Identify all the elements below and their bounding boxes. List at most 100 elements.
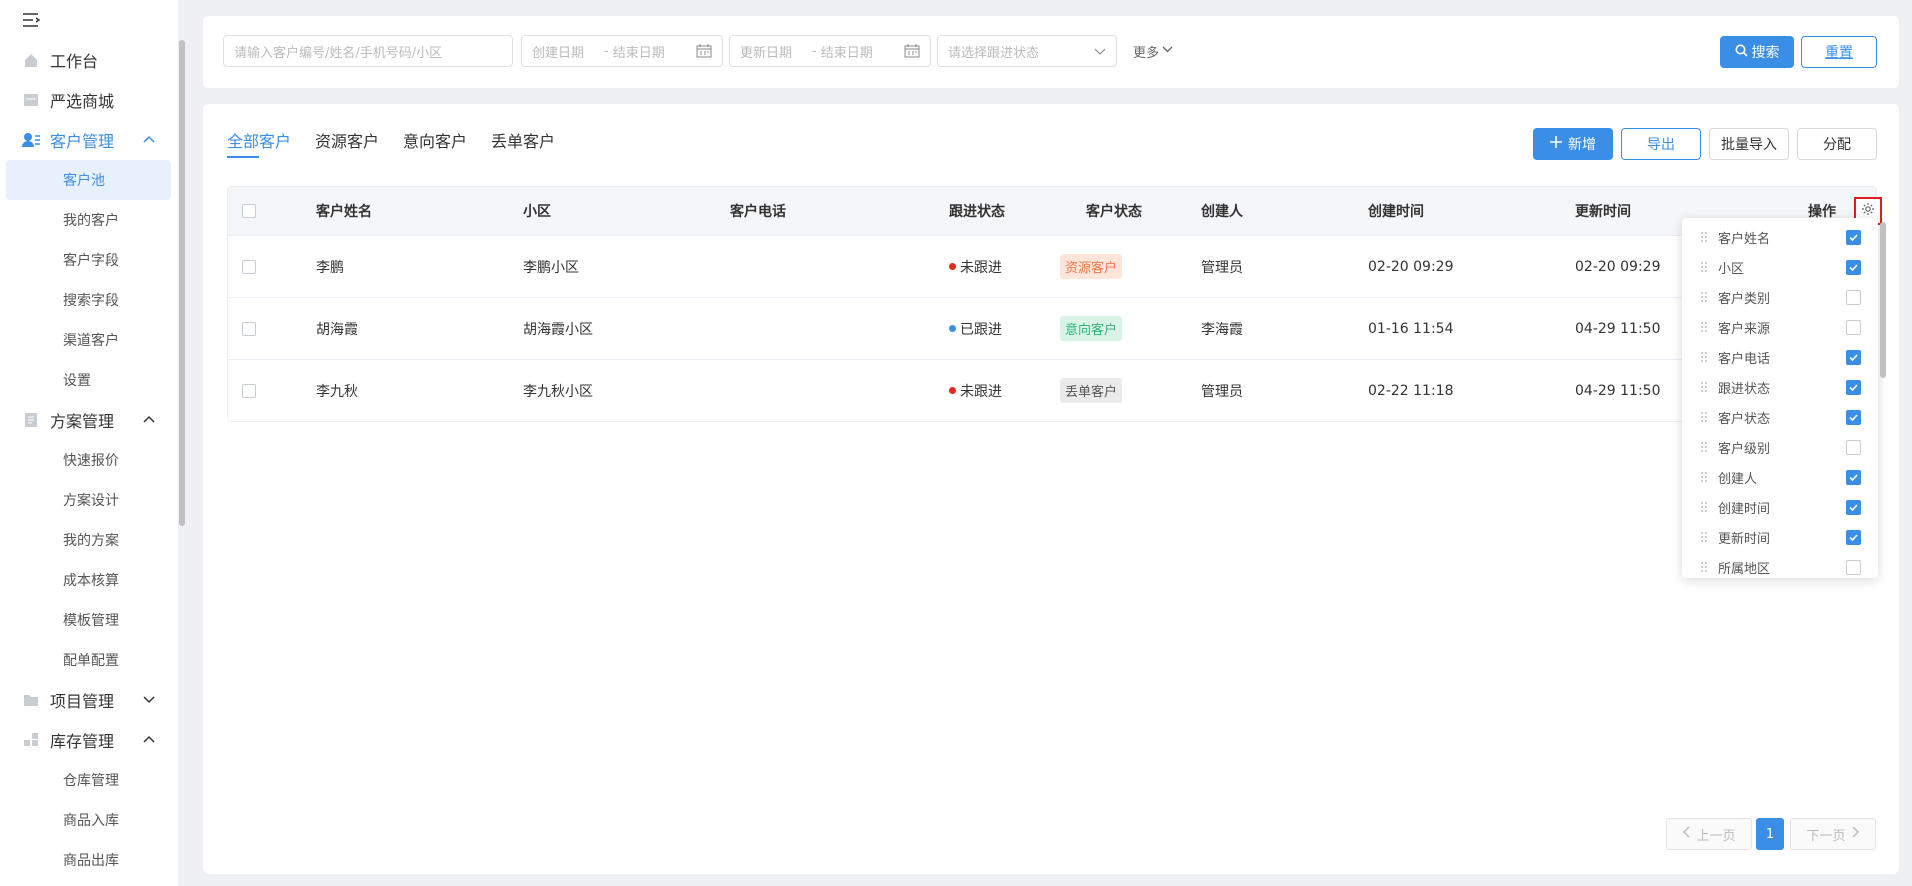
- search-button[interactable]: 搜索: [1720, 36, 1794, 68]
- sidebar-item-label: 成本核算: [63, 573, 119, 589]
- reset-button[interactable]: 重置: [1801, 36, 1877, 68]
- more-filters-toggle[interactable]: 更多: [1133, 42, 1173, 61]
- drag-handle-icon[interactable]: [1700, 231, 1708, 243]
- table-row[interactable]: 李九秋 李九秋小区 未跟进 丢单客户 管理员 02-22 11:18 04-29…: [228, 359, 1876, 421]
- row-checkbox[interactable]: [242, 360, 256, 421]
- page-number-current[interactable]: 1: [1756, 818, 1784, 850]
- row-checkbox[interactable]: [242, 298, 256, 359]
- sidebar-item-goods-outbound[interactable]: 商品出库: [6, 840, 171, 880]
- column-visibility-checkbox[interactable]: [1846, 380, 1861, 395]
- sidebar-item-label: 商品入库: [63, 813, 119, 829]
- sidebar-item-customer-pool[interactable]: 客户池: [6, 160, 171, 200]
- column-setting-item[interactable]: 创建时间: [1682, 492, 1878, 522]
- column-setting-item[interactable]: 创建人: [1682, 462, 1878, 492]
- follow-status-select[interactable]: 请选择跟进状态: [937, 35, 1117, 67]
- sidebar-item-warehouse-mgmt[interactable]: 仓库管理: [6, 760, 171, 800]
- drag-handle-icon[interactable]: [1700, 561, 1708, 573]
- column-visibility-checkbox[interactable]: [1846, 560, 1861, 575]
- sidebar-item-customer-mgmt[interactable]: 客户管理: [0, 120, 178, 160]
- sidebar-item-order-config[interactable]: 配单配置: [6, 640, 171, 680]
- drag-handle-icon[interactable]: [1700, 351, 1708, 363]
- keyword-search-input[interactable]: 请输入客户编号/姓名/手机号码/小区: [223, 35, 513, 67]
- customer-list-panel: 全部客户 资源客户 意向客户 丢单客户 新增 导出 批量导入 分配 客户姓名 小…: [203, 104, 1899, 874]
- column-visibility-checkbox[interactable]: [1846, 260, 1861, 275]
- tab-resource-customers[interactable]: 资源客户: [315, 128, 379, 152]
- drag-handle-icon[interactable]: [1700, 501, 1708, 513]
- update-date-range[interactable]: 更新日期 - 结束日期: [729, 35, 931, 67]
- sidebar-item-workbench[interactable]: 工作台: [0, 40, 178, 80]
- menu-collapse-icon[interactable]: [22, 12, 42, 33]
- sidebar-scrollbar[interactable]: [179, 40, 185, 526]
- assign-button[interactable]: 分配: [1797, 128, 1877, 160]
- column-visibility-checkbox[interactable]: [1846, 470, 1861, 485]
- tab-all-customers[interactable]: 全部客户: [227, 128, 291, 152]
- column-setting-item[interactable]: 小区: [1682, 252, 1878, 282]
- tab-intent-customers[interactable]: 意向客户: [403, 128, 467, 152]
- column-setting-item[interactable]: 客户类别: [1682, 282, 1878, 312]
- sidebar-item-goods-inbound[interactable]: 商品入库: [6, 800, 171, 840]
- column-setting-item[interactable]: 客户电话: [1682, 342, 1878, 372]
- column-setting-item[interactable]: 客户来源: [1682, 312, 1878, 342]
- drag-handle-icon[interactable]: [1700, 291, 1708, 303]
- create-date-range[interactable]: 创建日期 - 结束日期: [521, 35, 723, 67]
- sidebar-item-settings[interactable]: 设置: [6, 360, 171, 400]
- column-setting-item[interactable]: 客户级别: [1682, 432, 1878, 462]
- column-visibility-checkbox[interactable]: [1846, 500, 1861, 515]
- customer-status-badge: 意向客户: [1060, 298, 1123, 359]
- range-separator: -: [812, 43, 817, 59]
- status-badge: 丢单客户: [1060, 378, 1123, 403]
- next-page-button[interactable]: 下一页: [1790, 818, 1876, 850]
- sidebar-item-plan-mgmt[interactable]: 方案管理: [0, 400, 178, 440]
- sidebar-item-template-mgmt[interactable]: 模板管理: [6, 600, 171, 640]
- sidebar-item-quick-quote[interactable]: 快速报价: [6, 440, 171, 480]
- add-customer-button[interactable]: 新增: [1533, 128, 1613, 160]
- column-header: 客户状态: [1086, 204, 1142, 220]
- customer-name: 李鹏: [316, 259, 344, 276]
- drag-handle-icon[interactable]: [1700, 441, 1708, 453]
- column-setting-item[interactable]: 客户状态: [1682, 402, 1878, 432]
- sidebar-item-plan-design[interactable]: 方案设计: [6, 480, 171, 520]
- batch-import-button[interactable]: 批量导入: [1709, 128, 1789, 160]
- sidebar-item-customer-fields[interactable]: 客户字段: [6, 240, 171, 280]
- sidebar-item-search-fields[interactable]: 搜索字段: [6, 280, 171, 320]
- column-visibility-checkbox[interactable]: [1846, 410, 1861, 425]
- drag-handle-icon[interactable]: [1700, 471, 1708, 483]
- column-visibility-checkbox[interactable]: [1846, 230, 1861, 245]
- drag-handle-icon[interactable]: [1700, 321, 1708, 333]
- follow-status-label: 未跟进: [960, 259, 1002, 276]
- popup-scrollbar[interactable]: [1880, 222, 1886, 378]
- range-separator: -: [604, 43, 609, 59]
- column-setting-item[interactable]: 客户姓名: [1682, 222, 1878, 252]
- created-time: 01-16 11:54: [1368, 320, 1454, 337]
- sidebar-item-inventory-mgmt[interactable]: 库存管理: [0, 720, 178, 760]
- sidebar-item-mall[interactable]: 严选商城: [0, 80, 178, 120]
- row-checkbox[interactable]: [242, 236, 256, 297]
- column-visibility-checkbox[interactable]: [1846, 440, 1861, 455]
- drag-handle-icon[interactable]: [1700, 531, 1708, 543]
- column-visibility-checkbox[interactable]: [1846, 350, 1861, 365]
- drag-handle-icon[interactable]: [1700, 411, 1708, 423]
- table-row[interactable]: 李鹏 李鹏小区 未跟进 资源客户 管理员 02-20 09:29 02-20 0…: [228, 235, 1876, 297]
- drag-handle-icon[interactable]: [1700, 381, 1708, 393]
- table-row[interactable]: 胡海霞 胡海霞小区 已跟进 意向客户 李海霞 01-16 11:54 04-29…: [228, 297, 1876, 359]
- tab-lost-customers[interactable]: 丢单客户: [491, 128, 555, 152]
- column-setting-item[interactable]: 更新时间: [1682, 522, 1878, 552]
- column-visibility-checkbox[interactable]: [1846, 290, 1861, 305]
- column-setting-label: 小区: [1718, 261, 1745, 277]
- column-setting-item[interactable]: 所属地区: [1682, 552, 1878, 578]
- sidebar-item-label: 渠道客户: [63, 333, 119, 349]
- column-header: 创建时间: [1368, 204, 1424, 220]
- column-visibility-checkbox[interactable]: [1846, 530, 1861, 545]
- sidebar-item-cost-accounting[interactable]: 成本核算: [6, 560, 171, 600]
- prev-page-button[interactable]: 上一页: [1666, 818, 1752, 850]
- sidebar-item-project-mgmt[interactable]: 项目管理: [0, 680, 178, 720]
- sidebar-item-my-customers[interactable]: 我的客户: [6, 200, 171, 240]
- column-visibility-checkbox[interactable]: [1846, 320, 1861, 335]
- select-all-checkbox[interactable]: [242, 187, 256, 235]
- export-button[interactable]: 导出: [1621, 128, 1701, 160]
- column-setting-item[interactable]: 跟进状态: [1682, 372, 1878, 402]
- sidebar-item-my-plans[interactable]: 我的方案: [6, 520, 171, 560]
- sidebar-item-channel-customers[interactable]: 渠道客户: [6, 320, 171, 360]
- drag-handle-icon[interactable]: [1700, 261, 1708, 273]
- column-setting-label: 客户状态: [1718, 411, 1771, 427]
